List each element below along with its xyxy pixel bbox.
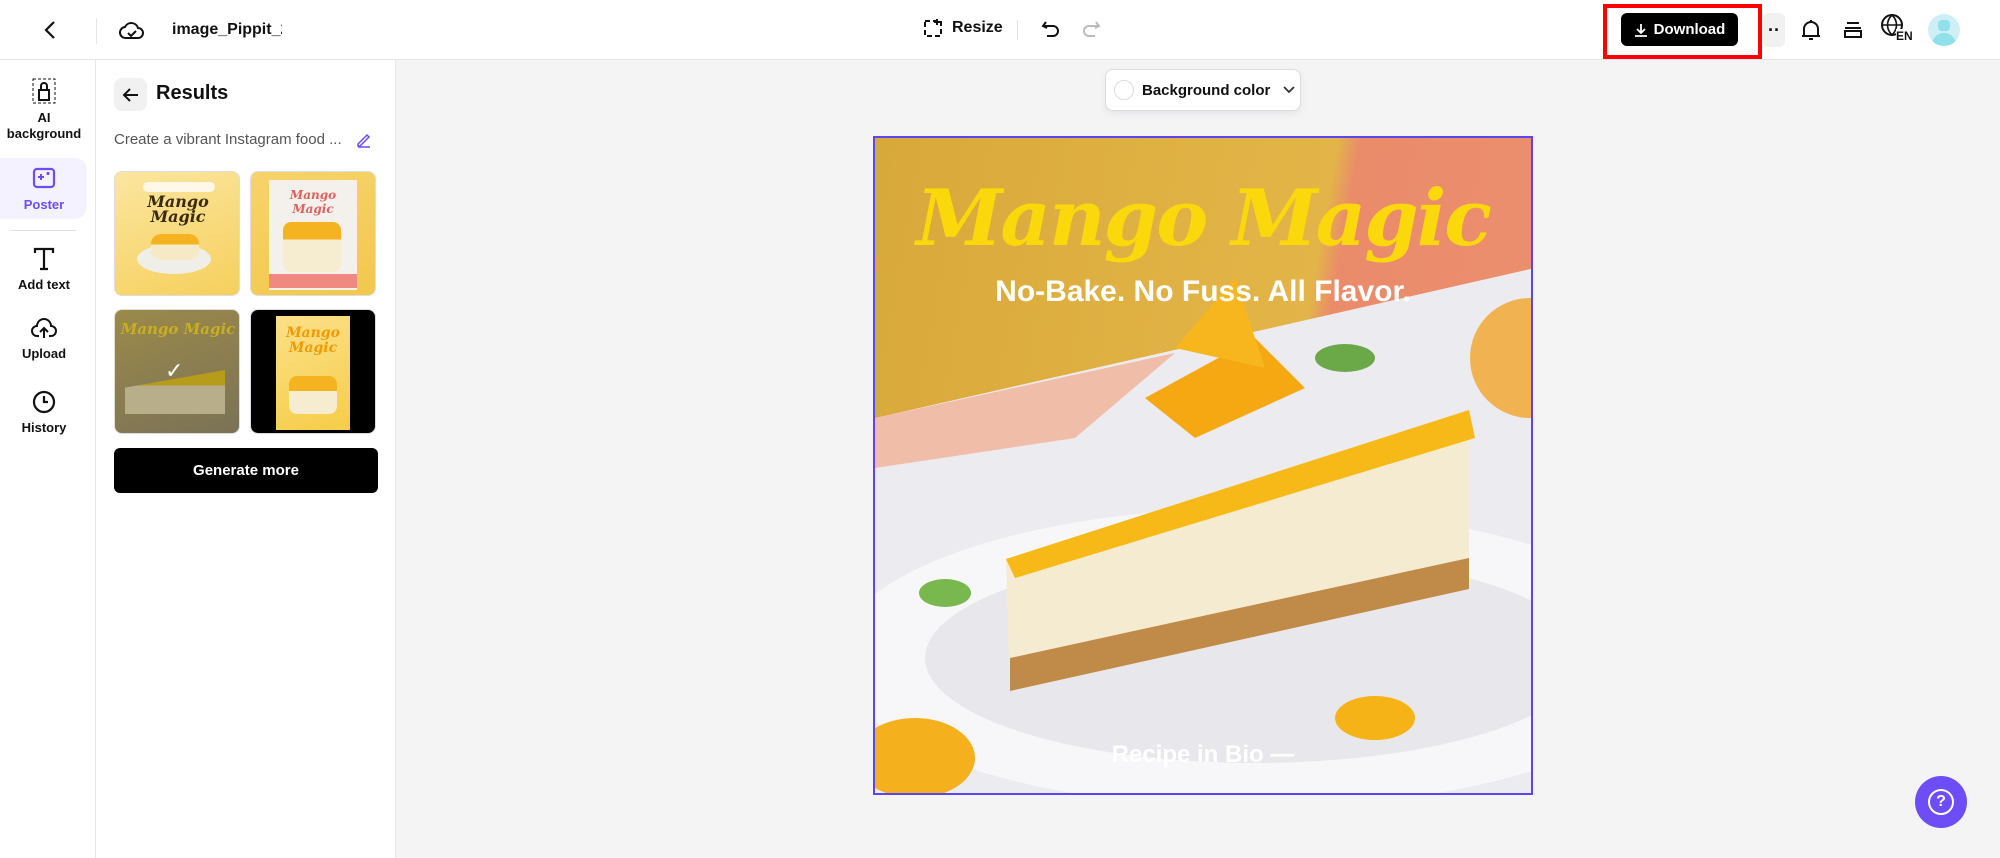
color-swatch [1114,80,1134,100]
text-icon [33,247,55,271]
results-panel: Results Create a vibrant Instagram food … [96,60,396,858]
resize-icon [924,19,942,37]
prompt-text: Create a vibrant Instagram food ... [114,131,342,148]
result-thumbnail-4[interactable]: Mango Magic [250,309,376,434]
redo-icon[interactable] [1078,16,1104,42]
background-color-dropdown[interactable]: Background color [1105,69,1301,111]
subscription-icon[interactable] [1838,15,1868,45]
edit-icon[interactable] [354,130,374,150]
bell-icon[interactable] [1796,15,1826,45]
generate-more-button[interactable]: Generate more [114,448,378,493]
thumbnail-title: Mango Magic [286,325,340,356]
poster-title[interactable]: Mango Magic [875,173,1531,264]
resize-button[interactable]: Resize [922,17,1003,39]
divider [1017,20,1018,40]
poster-subtitle[interactable]: No-Bake. No Fuss. All Flavor. [875,275,1531,309]
language-button[interactable]: EN [1880,13,1914,47]
chevron-down-icon [1283,86,1295,94]
help-icon: ? [1928,789,1954,815]
arrow-left-icon [122,87,138,102]
rail-item-history[interactable]: History [0,390,88,436]
panel-title: Results [156,82,229,104]
ai-background-icon [32,78,56,104]
language-label: EN [1896,29,1913,43]
file-name[interactable]: image_Pippit_2C [172,21,282,39]
divider [96,18,97,44]
download-icon [1634,23,1647,37]
help-button[interactable]: ? [1915,776,1967,828]
rail-label: Poster [23,197,65,212]
cloud-saved-icon[interactable] [118,16,146,44]
rail-item-ai-background[interactable]: AI background [0,78,88,142]
clock-icon [32,390,56,414]
back-icon[interactable] [36,16,64,44]
thumbnail-title: Mango Magic [120,320,236,338]
avatar[interactable] [1928,14,1960,46]
rail-item-add-text[interactable]: Add text [0,247,88,293]
result-thumbnail-3-selected[interactable]: Mango Magic ✓ [114,309,240,434]
rail-label: History [21,420,67,435]
divider [10,230,76,231]
results-back-button[interactable] [114,78,147,111]
download-button[interactable]: Download [1621,13,1738,46]
download-label: Download [1653,21,1726,38]
upload-icon [31,318,57,338]
result-thumbnail-1[interactable]: Mango Magic [114,171,240,296]
thumbnail-title: Mango Magic [289,188,337,216]
rail-item-poster[interactable]: Poster [0,167,88,213]
background-color-label: Background color [1142,81,1271,99]
more-icon[interactable]: ·· [1763,13,1785,47]
resize-label: Resize [952,19,1003,36]
poster-canvas[interactable]: Mango Magic No-Bake. No Fuss. All Flavor… [873,136,1533,795]
check-icon: ✓ [165,358,184,383]
thumbnail-title: Mango Magic [147,192,209,226]
top-bar: image_Pippit_2C Resize Download ·· EN [0,0,2000,60]
rail-item-upload[interactable]: Upload [0,318,88,362]
result-thumbnail-2[interactable]: Mango Magic [250,171,376,296]
undo-icon[interactable] [1038,16,1064,42]
left-rail: AI background Poster Add text Upload His… [0,60,96,858]
poster-footer[interactable]: Recipe in Bio — [875,741,1531,769]
rail-label: Upload [21,346,67,361]
rail-label: AI background [6,110,82,141]
poster-icon [32,167,56,189]
rail-label: Add text [18,277,70,292]
